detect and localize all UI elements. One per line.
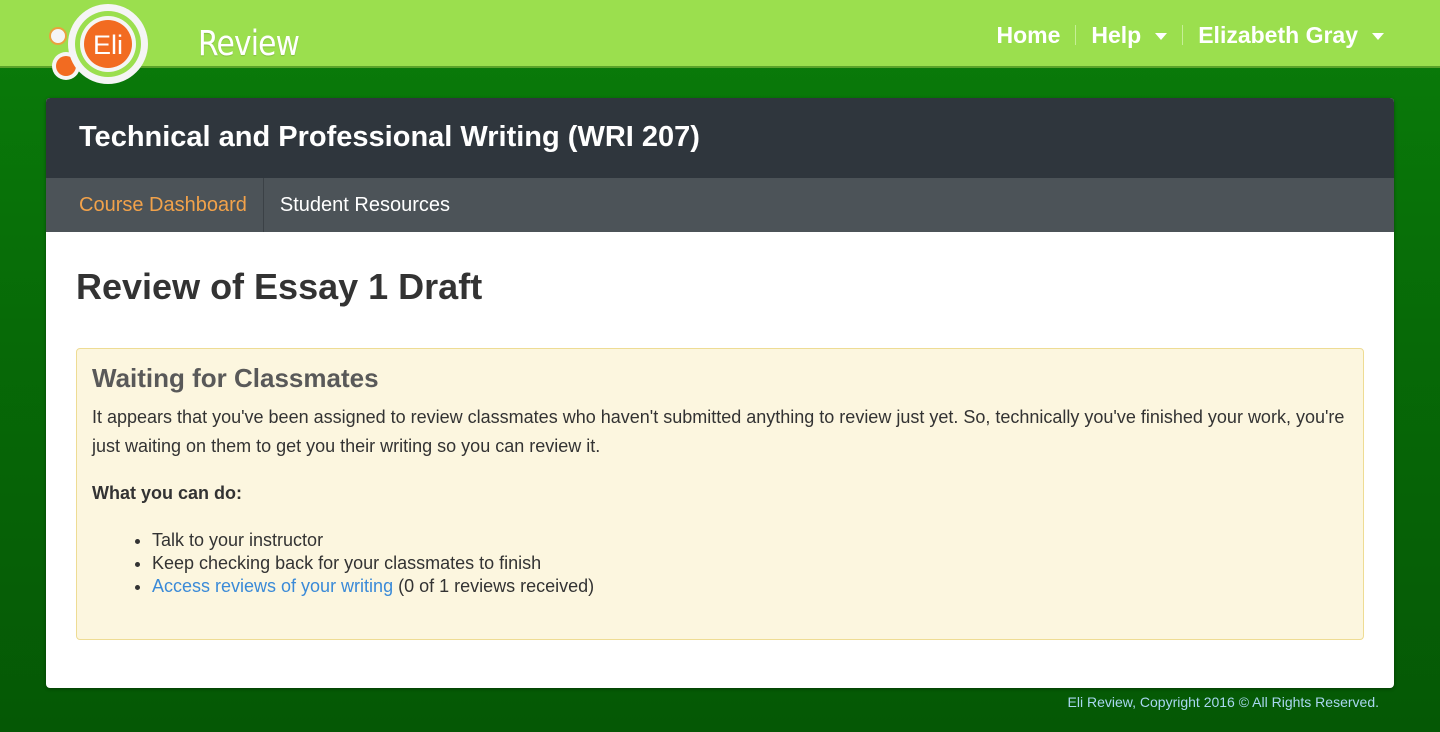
logo-badge-text: Eli [93,30,123,60]
main-panel: Technical and Professional Writing (WRI … [46,98,1394,688]
chevron-down-icon [1372,33,1384,40]
course-nav: Course Dashboard Student Resources [46,178,1394,232]
reviews-received-count: (0 of 1 reviews received) [393,576,595,596]
notice-title: Waiting for Classmates [92,363,379,393]
action-list: Talk to your instructor Keep checking ba… [92,529,1348,598]
logo-text: Review [198,24,300,64]
notice-subtitle: What you can do: [92,483,242,503]
top-nav: Home Help Elizabeth Gray [996,18,1384,52]
course-title: Technical and Professional Writing (WRI … [79,120,700,153]
nav-divider [1182,25,1184,45]
notice-body: It appears that you've been assigned to … [92,407,1345,456]
page-content: Review of Essay 1 Draft Waiting for Clas… [46,232,1394,640]
list-item: Access reviews of your writing (0 of 1 r… [152,575,1348,598]
eli-review-logo[interactable]: Eli Review [46,2,300,84]
footer-copyright: Eli Review, Copyright 2016 © All Rights … [1067,694,1379,710]
page-title: Review of Essay 1 Draft [76,266,483,307]
list-item: Talk to your instructor [152,529,1348,552]
tab-course-dashboard[interactable]: Course Dashboard [46,178,264,232]
list-item: Keep checking back for your classmates t… [152,552,1348,575]
nav-home-link[interactable]: Home [996,22,1060,49]
nav-help-menu[interactable]: Help [1091,21,1168,49]
course-header: Technical and Professional Writing (WRI … [46,98,1394,178]
nav-divider [1075,25,1077,45]
nav-user-menu[interactable]: Elizabeth Gray [1198,22,1384,49]
top-bar: Eli Review Home Help Elizabeth Gray [0,0,1440,84]
waiting-notice: Waiting for Classmates It appears that y… [76,348,1364,640]
access-reviews-link[interactable]: Access reviews of your writing [152,576,393,596]
nav-user-label: Elizabeth Gray [1198,21,1358,48]
tab-student-resources[interactable]: Student Resources [264,178,466,232]
nav-help-label: Help [1091,21,1142,48]
chevron-down-icon [1155,33,1168,40]
